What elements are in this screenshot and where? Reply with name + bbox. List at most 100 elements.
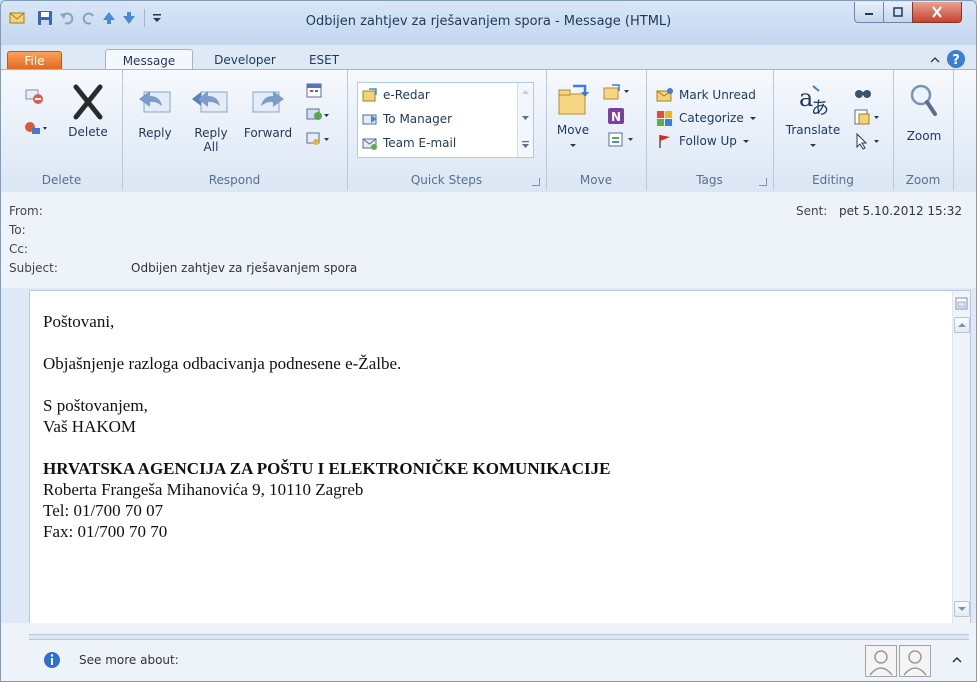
message-header: From: To: Cc: Subject: Odbijen zahtjev z… <box>1 192 976 288</box>
maximize-button[interactable] <box>883 2 913 23</box>
quick-step-e-redar[interactable]: e-Redar <box>362 86 430 104</box>
scroll-up-arrow-icon <box>958 323 966 327</box>
subject-value: Odbijen zahtjev za rješavanjem spora <box>131 261 358 275</box>
people-pane: See more about: <box>1 623 976 681</box>
follow-up-label: Follow Up <box>679 134 737 148</box>
scroll-down-arrow-icon <box>958 607 966 611</box>
mark-unread-button[interactable]: Mark Unread <box>656 86 756 104</box>
follow-up-button[interactable]: Follow Up <box>656 132 750 150</box>
minimize-icon <box>865 13 873 15</box>
cleanup-icon[interactable] <box>23 118 49 138</box>
see-more-about-label: See more about: <box>79 653 179 667</box>
message-body-pane[interactable]: Poštovani, Objašnjenje razloga odbacivan… <box>29 290 971 624</box>
reply-button[interactable]: Reply <box>132 84 178 140</box>
meeting-icon[interactable] <box>305 82 325 100</box>
cc-label: Cc: <box>9 242 29 256</box>
body-scrollbar[interactable] <box>952 291 970 623</box>
reply-all-button[interactable]: Reply All <box>186 84 236 154</box>
forward-button[interactable]: Forward <box>240 84 296 140</box>
close-button[interactable] <box>912 2 962 23</box>
svg-text:あ: あ <box>811 98 829 118</box>
person-silhouette-icon <box>869 650 893 676</box>
sent-value: pet 5.10.2012 15:32 <box>839 204 962 218</box>
zoom-label: Zoom <box>906 129 942 143</box>
sent-label: Sent: <box>796 204 828 218</box>
forward-to-manager-icon <box>362 114 377 125</box>
zoom-group-label: Zoom <box>905 173 941 187</box>
translate-button[interactable]: aあ Translate <box>783 82 843 151</box>
scroll-down-button[interactable] <box>954 601 970 617</box>
closing-text: S poštovanjem, <box>43 396 148 415</box>
select-pointer-icon[interactable] <box>853 132 883 150</box>
delete-x-icon <box>73 84 103 120</box>
ignore-icon[interactable] <box>23 84 45 106</box>
tab-eset[interactable]: ESET <box>299 51 349 69</box>
move-folder-icon <box>558 84 589 115</box>
categorize-button[interactable]: Categorize <box>656 109 757 127</box>
address-text: Roberta Frangeša Mihanovića 9, 10110 Zag… <box>43 480 364 499</box>
maximize-icon <box>893 7 903 17</box>
scroll-up-icon[interactable] <box>521 89 530 95</box>
quick-step-label: To Manager <box>383 112 453 126</box>
categorize-icon <box>657 111 672 126</box>
categorize-label: Categorize <box>679 111 744 125</box>
delete-button[interactable]: Delete <box>59 84 117 139</box>
translate-label: Translate <box>785 123 841 137</box>
help-icon[interactable]: ? <box>946 49 966 69</box>
organization-name: HRVATSKA AGENCIJA ZA POŠTU I ELEKTRONIČK… <box>43 459 611 478</box>
respond-group: Reply Reply All Forward Respond <box>122 70 348 190</box>
ribbon: Delete Delete Reply Reply All Forward Re… <box>1 69 976 193</box>
svg-text:N: N <box>611 110 621 124</box>
move-button[interactable]: Move <box>552 82 594 151</box>
onenote-icon[interactable]: N <box>606 106 626 126</box>
im-icon[interactable] <box>305 106 331 124</box>
zoom-group: Zoom Zoom <box>893 70 954 190</box>
minimize-button[interactable] <box>854 2 884 23</box>
more-respond-icon[interactable] <box>305 130 331 148</box>
move-group-label: Move <box>579 173 613 187</box>
signature-name: Vaš HAKOM <box>43 417 137 436</box>
magnifier-icon <box>910 84 937 116</box>
tab-developer[interactable]: Developer <box>201 51 289 69</box>
quick-step-label: e-Redar <box>383 88 430 102</box>
related-icon[interactable] <box>853 108 883 126</box>
dropdown-arrow-icon <box>810 144 816 147</box>
tags-group-label: Tags <box>696 173 723 187</box>
tab-file[interactable]: File <box>7 51 62 70</box>
message-text: Objašnjenje razloga odbacivanja podnesen… <box>43 354 402 373</box>
gallery-more-icon[interactable] <box>521 140 530 149</box>
actions-icon[interactable] <box>606 130 636 150</box>
scroll-down-icon[interactable] <box>521 115 530 121</box>
window-title: Odbijen zahtjev za rješavanjem spora - M… <box>305 14 672 29</box>
from-label: From: <box>9 204 43 218</box>
avatar[interactable] <box>865 645 897 677</box>
quick-steps-scroller[interactable] <box>517 83 533 157</box>
info-icon <box>44 652 60 668</box>
quick-step-to-manager[interactable]: To Manager <box>362 110 452 128</box>
tags-dialog-launcher[interactable] <box>759 178 767 186</box>
delete-group: Delete Delete <box>1 70 123 190</box>
translate-icon: aあ <box>799 84 829 119</box>
rules-icon[interactable] <box>602 82 632 102</box>
minimize-ribbon-icon[interactable] <box>929 55 941 65</box>
reply-all-label-line1: Reply <box>194 126 228 140</box>
quick-steps-group-label: Quick Steps <box>410 173 483 187</box>
avatar[interactable] <box>899 645 931 677</box>
quick-steps-dialog-launcher[interactable] <box>532 178 540 186</box>
respond-group-label: Respond <box>208 173 261 187</box>
split-view-icon[interactable] <box>955 297 968 310</box>
expand-people-pane-icon[interactable] <box>951 655 963 665</box>
quick-step-label: Team E-mail <box>383 136 457 150</box>
delete-label: Delete <box>68 125 108 139</box>
folder-move-icon <box>362 88 377 102</box>
fax-text: Fax: 01/700 70 70 <box>43 522 168 541</box>
scroll-up-button[interactable] <box>954 317 970 333</box>
quick-step-team-email[interactable]: Team E-mail <box>362 134 456 152</box>
zoom-button[interactable]: Zoom <box>899 82 949 143</box>
people-pane-splitter[interactable] <box>29 634 969 640</box>
tab-message[interactable]: Message <box>105 49 193 71</box>
outlook-message-window: Odbijen zahtjev za rješavanjem spora - M… <box>0 0 977 682</box>
find-icon[interactable] <box>853 84 873 102</box>
reply-label: Reply <box>138 126 172 140</box>
tags-group: Mark Unread Categorize Follow Up Tags <box>646 70 774 190</box>
